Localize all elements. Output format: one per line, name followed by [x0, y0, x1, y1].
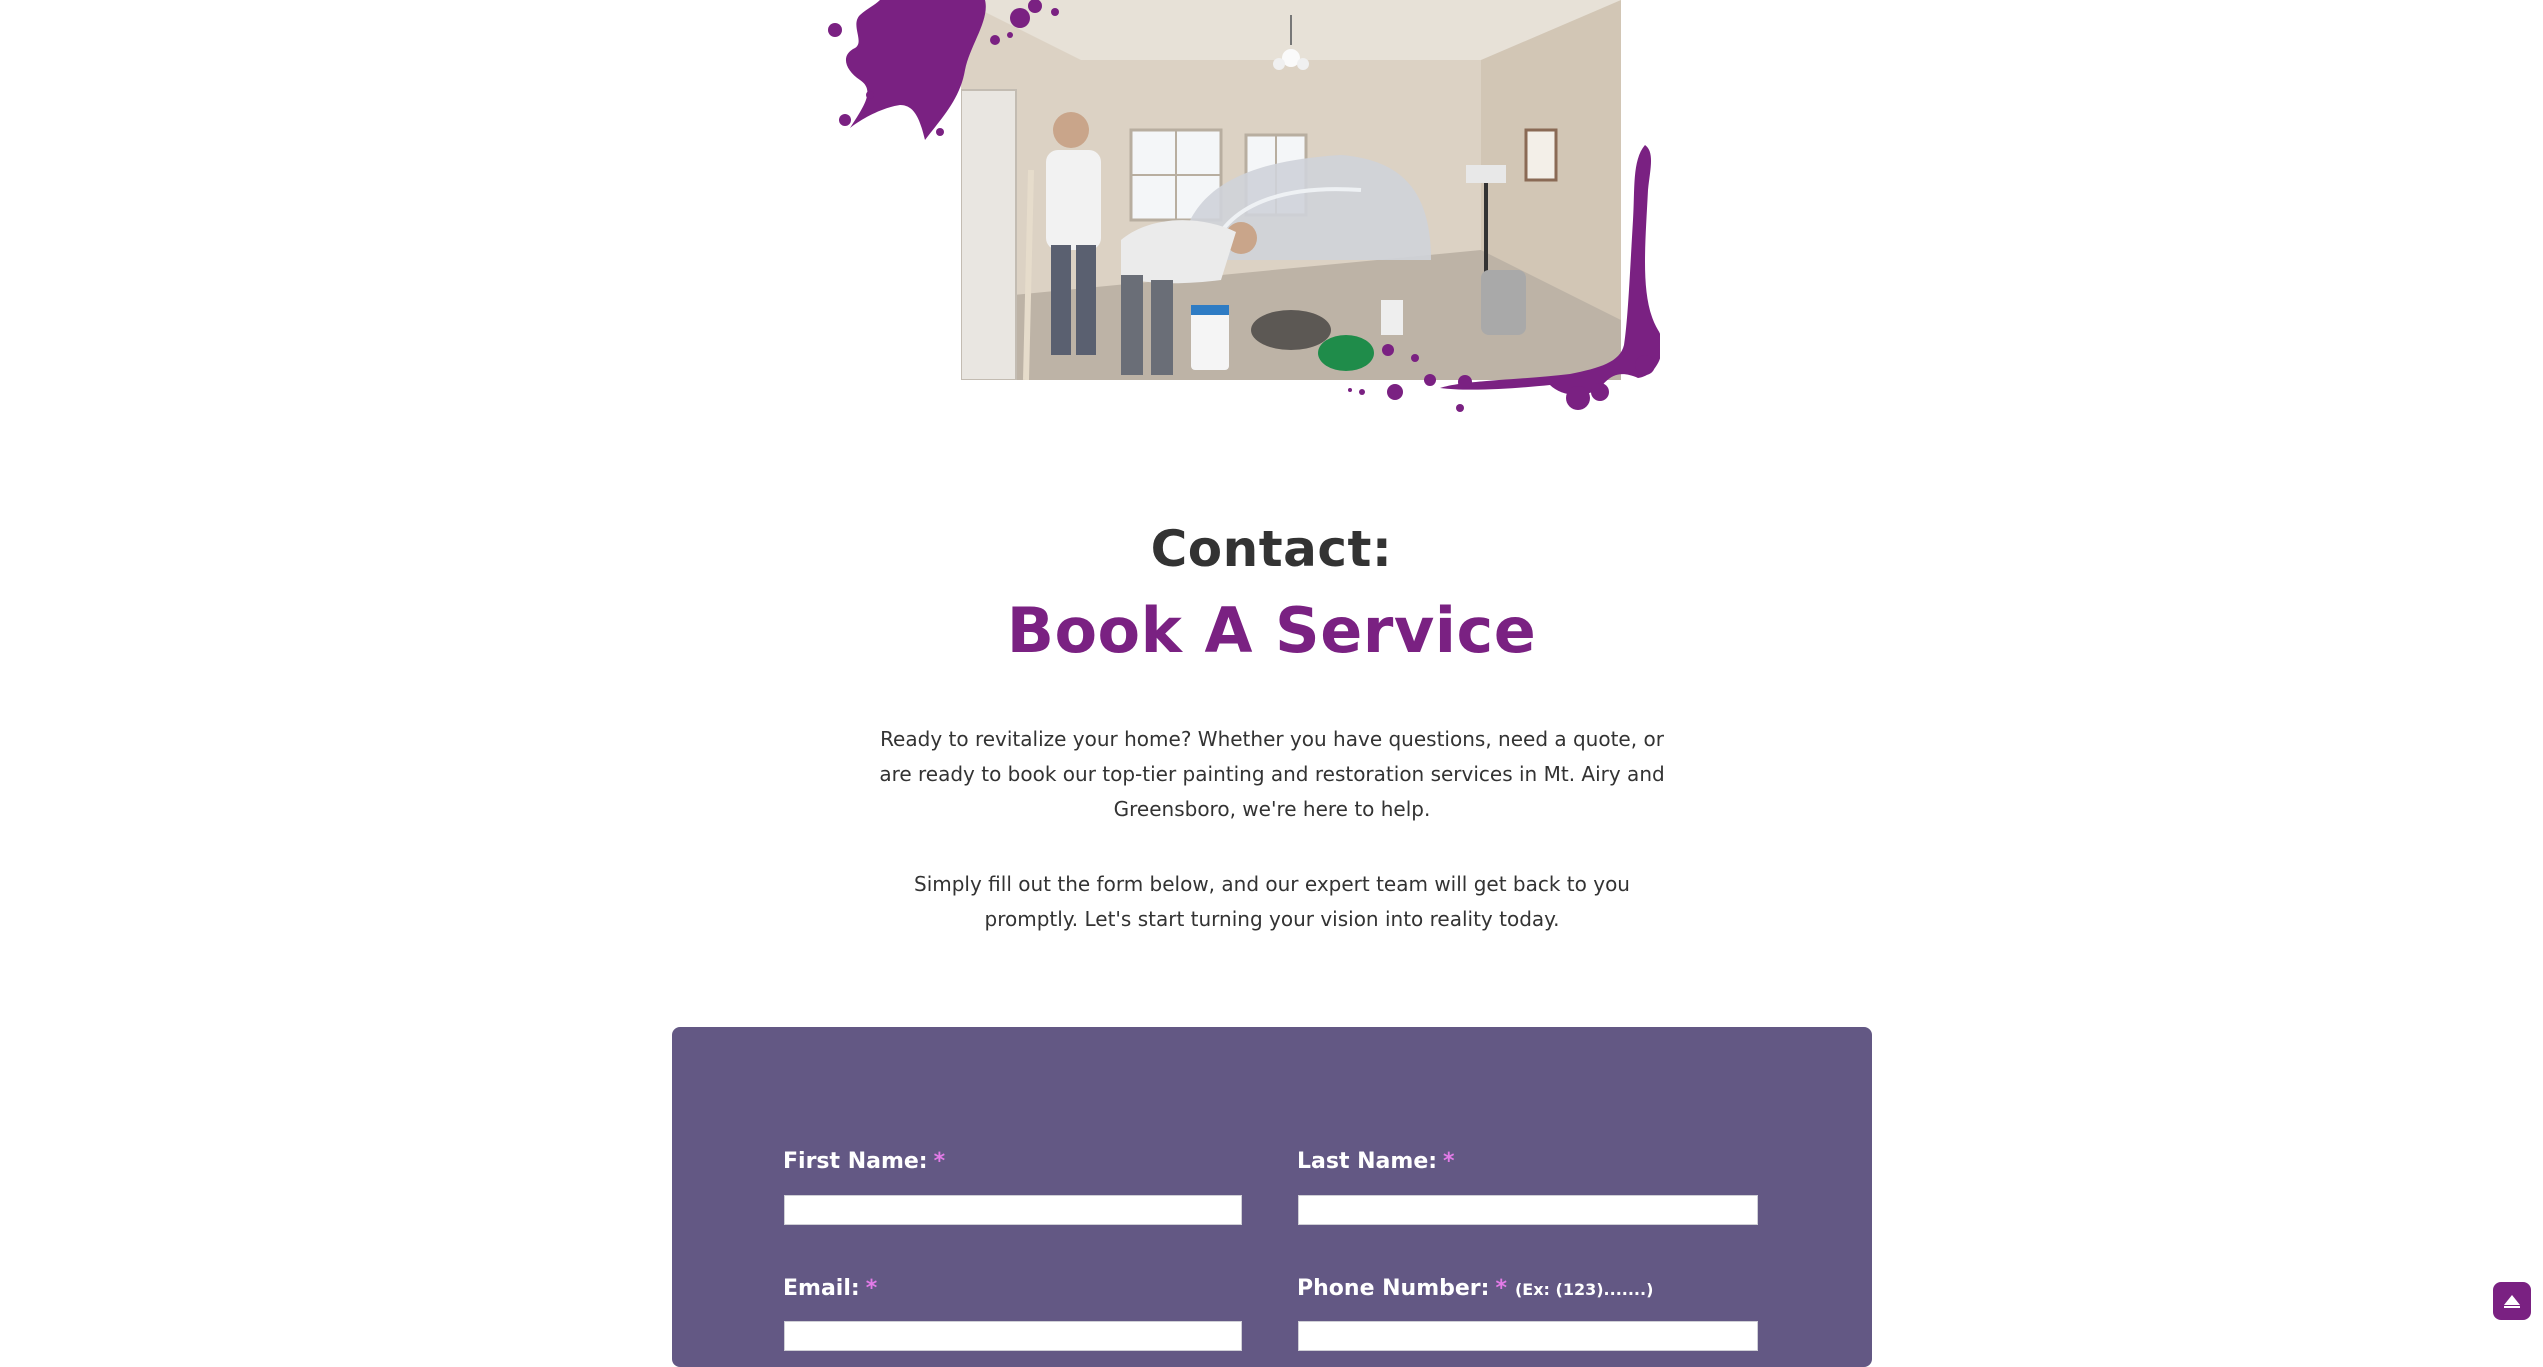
email-label: Email: * — [783, 1276, 878, 1301]
phone-number-label: Phone Number: * (Ex: (123).......) — [1297, 1276, 1654, 1301]
required-mark: * — [1495, 1276, 1507, 1301]
hero-image-section — [820, 0, 1670, 440]
arrow-up-icon — [2504, 1295, 2520, 1308]
first-name-label: First Name: * — [783, 1149, 946, 1174]
form-instructions-paragraph: Simply fill out the form below, and our … — [914, 872, 1630, 931]
contact-heading: Contact: — [1150, 520, 1393, 578]
booking-form: First Name: * Last Name: * Email: * Phone N… — [672, 1027, 1872, 1367]
last-name-field[interactable] — [1298, 1195, 1758, 1225]
paint-splatter-top-left — [828, 0, 1059, 140]
required-mark: * — [1443, 1149, 1455, 1174]
phone-format-hint: (Ex: (123).......) — [1514, 1280, 1654, 1299]
book-service-heading: Book A Service — [1006, 594, 1537, 667]
scroll-to-top-button[interactable] — [2493, 1282, 2531, 1320]
last-name-label: Last Name: * — [1297, 1149, 1455, 1174]
email-field[interactable] — [784, 1321, 1242, 1351]
phone-number-field[interactable] — [1298, 1321, 1758, 1351]
intro-paragraph: Ready to revitalize your home? Whether y… — [879, 727, 1665, 821]
required-mark: * — [933, 1149, 946, 1174]
paint-splatter-bottom-right — [1348, 145, 1660, 412]
required-mark: * — [865, 1276, 878, 1301]
first-name-field[interactable] — [784, 1195, 1242, 1225]
